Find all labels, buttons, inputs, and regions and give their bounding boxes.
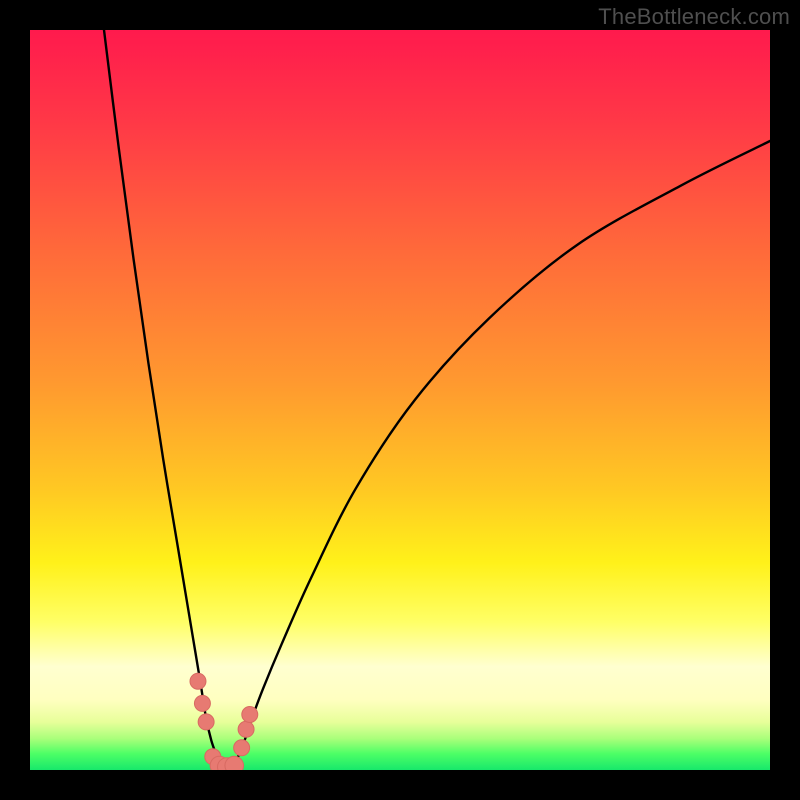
data-marker (225, 756, 244, 770)
watermark-text: TheBottleneck.com (598, 4, 790, 30)
outer-frame: TheBottleneck.com (0, 0, 800, 800)
curve-right-branch (234, 141, 771, 766)
data-marker (234, 740, 250, 756)
plot-area (30, 30, 770, 770)
data-marker (198, 714, 214, 730)
data-marker (194, 695, 210, 711)
curve-layer (30, 30, 770, 770)
data-marker (242, 707, 258, 723)
curve-left-branch (104, 30, 221, 766)
data-marker (190, 673, 206, 689)
data-marker (238, 721, 254, 737)
data-markers (190, 673, 258, 770)
